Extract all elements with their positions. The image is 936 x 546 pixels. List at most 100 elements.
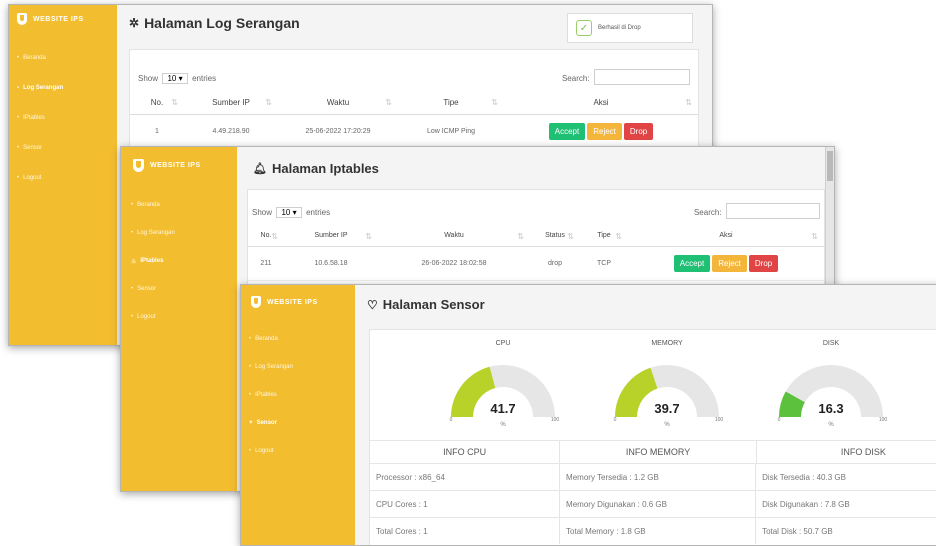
info-header-row: INFO CPU INFO MEMORY INFO DISK (370, 440, 936, 463)
scrollbar-thumb[interactable] (827, 151, 833, 181)
search-group: Search: (562, 68, 690, 86)
cell-time: 26-06-2022 18:02:58 (378, 246, 530, 281)
drop-button[interactable]: Drop (748, 254, 779, 272)
cell-actions: Accept Reject Drop (504, 114, 698, 149)
sidebar-item-iptables[interactable]: • IPtables (9, 103, 117, 133)
sidebar-item-log-serangan[interactable]: • Log Serangan (121, 219, 237, 247)
gauge-fill (615, 367, 658, 417)
sidebar-item-sensor[interactable]: • Sensor (9, 133, 117, 163)
sidebar-item-logout[interactable]: • Logout (121, 303, 237, 331)
gauge-chart: 16.3 % 0 100 (778, 365, 888, 428)
dot-icon: • (17, 145, 20, 151)
col-waktu[interactable]: Waktu ⇅ (278, 92, 398, 115)
reject-button[interactable]: Reject (712, 254, 747, 272)
gauge-min: 0 (614, 417, 617, 423)
sidebar-item-beranda[interactable]: • Beranda (241, 325, 355, 353)
sidebar-item-sensor[interactable]: ♥ Sensor (241, 409, 355, 437)
info-cell: Memory Digunakan : 0.6 GB (560, 490, 757, 517)
sidebar-nav: • Beranda • Log Serangan • IPtables ♥ Sensor… (241, 319, 355, 465)
sidebar: WEBSITE IPS • Beranda • Log Serangan • IPta… (241, 285, 355, 545)
col-aksi[interactable]: Aksi ⇅ (628, 226, 824, 247)
col-tipe[interactable]: Tipe ⇅ (398, 92, 504, 115)
sidebar-item-logout[interactable]: • Logout (241, 437, 355, 465)
info-table: INFO CPU INFO MEMORY INFO DISK Processor… (370, 440, 936, 544)
reject-button[interactable]: Reject (587, 122, 622, 140)
info-disk-header: INFO DISK (840, 447, 886, 457)
check-icon: ✓ (576, 20, 592, 36)
cell-ip: 4.49.218.90 (184, 114, 278, 149)
sidebar-item-label: Log Serangan (255, 364, 293, 370)
brand: WEBSITE IPS (121, 147, 237, 183)
search-group: Search: (694, 202, 820, 220)
brand: WEBSITE IPS (9, 5, 117, 33)
entries-label: entries (192, 74, 217, 83)
bug-icon: ✲ (129, 16, 140, 30)
sidebar-item-iptables[interactable]: • IPtables (241, 381, 355, 409)
col-sumber-ip[interactable]: Sumber IP ⇅ (284, 226, 378, 247)
sidebar-item-beranda[interactable]: • Beranda (9, 43, 117, 73)
gauge-row: CPU 41.7 % 0 100 MEMORY 39.7 % 0 100 DIS… (370, 340, 936, 440)
col-tipe[interactable]: Tipe ⇅ (580, 226, 628, 247)
fire-icon: ♨ (131, 258, 137, 265)
cell-status: drop (530, 246, 580, 281)
dot-icon: • (17, 115, 20, 121)
iptables-table: No. ⇅ Sumber IP ⇅ Waktu ⇅ Status ⇅ Tipe ⇅ Aks… (248, 226, 824, 281)
col-aksi[interactable]: Aksi ⇅ (504, 92, 698, 115)
main-content: ♡ Halaman Sensor CPU 41.7 % 0 100 MEMORY… (355, 285, 936, 545)
window-sensor: WEBSITE IPS • Beranda • Log Serangan • IPta… (240, 284, 936, 546)
sidebar-item-iptables[interactable]: ♨ IPtables (121, 247, 237, 275)
gauge-min: 0 (778, 417, 781, 423)
sidebar-item-label: Logout (137, 314, 156, 320)
gauge-max: 100 (879, 417, 888, 423)
sidebar-item-beranda[interactable]: • Beranda (121, 191, 237, 219)
search-input[interactable] (726, 202, 820, 219)
info-row: CPU Cores : 1 Memory Digunakan : 0.6 GB … (370, 490, 936, 517)
col-status[interactable]: Status ⇅ (530, 226, 580, 247)
sidebar-item-label: Sensor (256, 420, 277, 426)
brand: WEBSITE IPS (241, 285, 355, 319)
sidebar-item-log-serangan[interactable]: • Log Serangan (241, 353, 355, 381)
sidebar-item-label: Sensor (23, 145, 43, 151)
dot-icon: • (131, 230, 134, 236)
gauge-title: MEMORY (651, 340, 683, 347)
sidebar-item-log-serangan[interactable]: • Log Serangan (9, 73, 117, 103)
gauge-fill (451, 366, 496, 417)
gauge-chart: 41.7 % 0 100 (450, 365, 559, 428)
gauge-min: 0 (450, 417, 453, 423)
dot-icon: • (131, 314, 134, 320)
gauge-value: 16.3 (818, 401, 843, 416)
info-cell: Total Cores : 1 (370, 517, 561, 544)
drop-notification: ✓ Berhasil di Drop (567, 13, 693, 43)
col-waktu[interactable]: Waktu ⇅ (378, 226, 530, 247)
entries-select[interactable]: 10 ▾ (162, 73, 188, 84)
sidebar-item-label: IPtables (140, 258, 164, 264)
page-title: ♡ Halaman Sensor (367, 297, 485, 312)
col-no[interactable]: No. ⇅ (248, 226, 284, 247)
gauge-title: DISK (822, 340, 840, 347)
info-cell: Total Disk : 50.7 GB (756, 517, 936, 544)
dot-icon: • (249, 392, 252, 398)
drop-button[interactable]: Drop (623, 122, 654, 140)
search-input[interactable] (594, 68, 690, 85)
cell-no: 1 (130, 114, 184, 149)
sensor-card: CPU 41.7 % 0 100 MEMORY 39.7 % 0 100 DIS… (369, 329, 936, 545)
accept-button[interactable]: Accept (673, 254, 711, 272)
sidebar-item-label: Sensor (137, 286, 157, 292)
gauge-unit: % (500, 422, 506, 428)
sidebar-nav: • Beranda • Log Serangan • IPtables • Sensor… (9, 33, 117, 193)
show-label: Show (138, 74, 159, 83)
sidebar-item-label: Log Serangan (23, 85, 64, 91)
col-sumber-ip[interactable]: Sumber IP ⇅ (184, 92, 278, 115)
cell-type: TCP (580, 246, 628, 281)
sidebar: WEBSITE IPS • Beranda • Log Serangan • IPta… (9, 5, 117, 345)
entries-select[interactable]: 10 ▾ (276, 207, 302, 218)
dot-icon: • (131, 286, 134, 292)
gauge-chart: 39.7 % 0 100 (614, 365, 723, 428)
sidebar-item-sensor[interactable]: • Sensor (121, 275, 237, 303)
page-title-text: Halaman Log Serangan (144, 15, 300, 31)
page-title: 🔔︎ Halaman Iptables (253, 161, 379, 176)
sidebar-item-logout[interactable]: • Logout (9, 163, 117, 193)
sidebar-item-label: Beranda (137, 202, 160, 208)
accept-button[interactable]: Accept (548, 122, 586, 140)
col-no[interactable]: No. ⇅ (130, 92, 184, 115)
